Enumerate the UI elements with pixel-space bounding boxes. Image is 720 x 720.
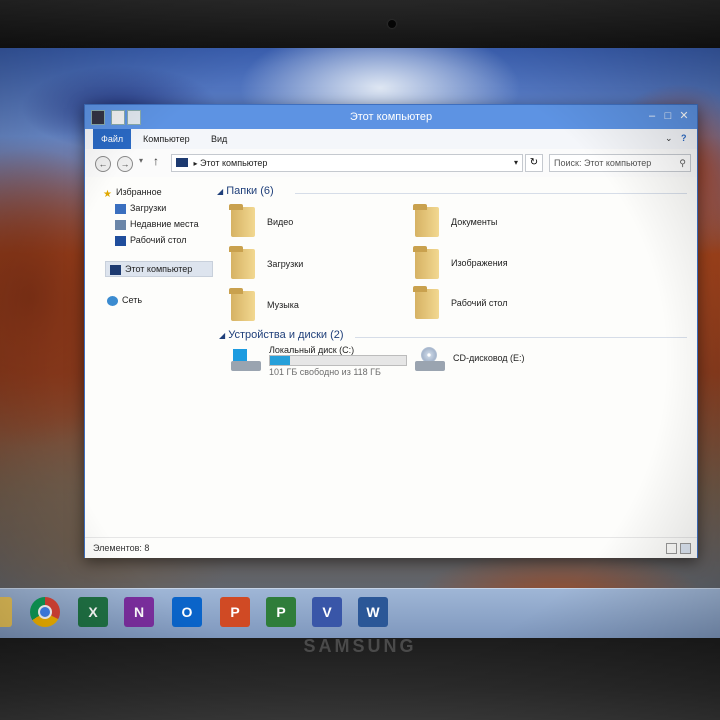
drive-e-label[interactable]: CD-дисковод (E:) — [453, 353, 525, 363]
collapse-icon[interactable]: ◢ — [217, 187, 223, 196]
group-divider — [355, 337, 687, 338]
navigation-pane: ★ Избранное Загрузки Недавние места Рабоч… — [85, 177, 213, 537]
webcam — [388, 20, 396, 28]
folders-group-header[interactable]: ◢ Папки (6) — [217, 185, 274, 197]
content-area: ★ Избранное Загрузки Недавние места Рабоч… — [85, 177, 697, 537]
address-row: ← → ▾ ↑ ▸ Этот компьютер ▾ ↻ Поиск: Этот… — [85, 149, 697, 177]
explorer-window: Этот компьютер ‒ □ ✕ Файл Компьютер Вид … — [84, 104, 698, 558]
back-button[interactable]: ← — [95, 156, 111, 172]
folder-desktop-label[interactable]: Рабочий стол — [451, 298, 508, 308]
drive-c-usage-bar — [269, 355, 407, 366]
devices-group-header[interactable]: ◢ Устройства и диски (2) — [219, 329, 344, 341]
drive-c-label[interactable]: Локальный диск (C:) — [269, 345, 354, 355]
music-folder-icon[interactable] — [229, 288, 255, 321]
forward-button[interactable]: → — [117, 156, 133, 172]
drive-c-usage-fill — [270, 356, 290, 365]
search-input[interactable]: Поиск: Этот компьютер ⚲ — [549, 154, 691, 172]
pictures-folder-icon[interactable] — [413, 246, 439, 279]
monitor-bezel-top — [0, 0, 720, 52]
powerpoint-icon[interactable]: P — [220, 597, 250, 627]
breadcrumb-this-pc[interactable]: Этот компьютер — [200, 158, 267, 168]
group-divider — [295, 193, 687, 194]
nav-network[interactable]: Сеть — [107, 293, 142, 307]
nav-favorites[interactable]: ★ Избранное — [103, 185, 162, 200]
network-icon — [107, 295, 118, 306]
nav-desktop[interactable]: Рабочий стол — [115, 233, 187, 247]
collapse-icon[interactable]: ◢ — [219, 331, 225, 340]
folder-downloads-label[interactable]: Загрузки — [267, 259, 303, 269]
computer-icon — [110, 264, 121, 275]
tab-computer[interactable]: Компьютер — [135, 129, 198, 149]
breadcrumb-separator-icon: ▸ — [193, 159, 198, 168]
taskbar: X N O P P V W — [0, 588, 720, 639]
maximize-button[interactable]: □ — [661, 109, 675, 123]
window-title: Этот компьютер — [349, 111, 433, 123]
tab-file[interactable]: Файл — [93, 129, 132, 149]
large-icons-view-icon[interactable] — [680, 543, 691, 554]
visio-icon[interactable]: V — [312, 597, 342, 627]
expand-ribbon-icon[interactable]: ⌄ — [665, 133, 673, 144]
drive-c-free-space: 101 ГБ свободно из 118 ГБ — [269, 367, 381, 377]
computer-icon — [176, 158, 188, 167]
cd-drive-icon[interactable] — [415, 347, 445, 373]
title-bar[interactable]: Этот компьютер ‒ □ ✕ — [85, 105, 697, 129]
nav-this-pc[interactable]: Этот компьютер — [105, 261, 213, 277]
nav-recent-places[interactable]: Недавние места — [115, 217, 199, 231]
refresh-button[interactable]: ↻ — [525, 154, 543, 172]
ribbon: Файл Компьютер Вид ⌄ ? — [85, 129, 697, 150]
search-icon: ⚲ — [679, 158, 686, 168]
onenote-icon[interactable]: N — [124, 597, 154, 627]
address-dropdown-icon[interactable]: ▾ — [514, 155, 518, 171]
folder-music-label[interactable]: Музыка — [267, 300, 299, 310]
folder-documents-label[interactable]: Документы — [451, 217, 497, 227]
recent-places-icon — [115, 219, 126, 230]
file-explorer-taskbar-icon[interactable] — [0, 597, 12, 627]
chrome-icon[interactable] — [30, 597, 60, 627]
hard-drive-icon[interactable] — [231, 349, 261, 373]
star-icon: ★ — [103, 188, 112, 200]
nav-downloads[interactable]: Загрузки — [115, 201, 166, 215]
address-bar[interactable]: ▸ Этот компьютер ▾ — [171, 154, 523, 172]
history-dropdown-icon[interactable]: ▾ — [139, 156, 143, 165]
excel-icon[interactable]: X — [78, 597, 108, 627]
downloads-icon — [115, 203, 126, 214]
close-button[interactable]: ✕ — [677, 109, 691, 123]
desktop-icon — [115, 235, 126, 246]
up-button[interactable]: ↑ — [153, 154, 159, 168]
item-count: Элементов: 8 — [93, 543, 150, 553]
folder-pictures-label[interactable]: Изображения — [451, 258, 508, 268]
desktop-folder-icon[interactable] — [413, 286, 439, 319]
monitor-brand-logo: SAMSUNG — [303, 636, 417, 656]
help-icon[interactable]: ? — [681, 133, 687, 143]
outlook-icon[interactable]: O — [172, 597, 202, 627]
minimize-button[interactable]: ‒ — [645, 109, 659, 123]
word-icon[interactable]: W — [358, 597, 388, 627]
folder-video-label[interactable]: Видео — [267, 217, 293, 227]
tab-view[interactable]: Вид — [203, 129, 235, 149]
search-placeholder: Поиск: Этот компьютер — [554, 158, 652, 168]
details-view-icon[interactable] — [666, 543, 677, 554]
documents-folder-icon[interactable] — [413, 204, 439, 237]
project-icon[interactable]: P — [266, 597, 296, 627]
downloads-folder-icon[interactable] — [229, 246, 255, 279]
status-bar: Элементов: 8 — [85, 537, 697, 558]
video-folder-icon[interactable] — [229, 204, 255, 237]
